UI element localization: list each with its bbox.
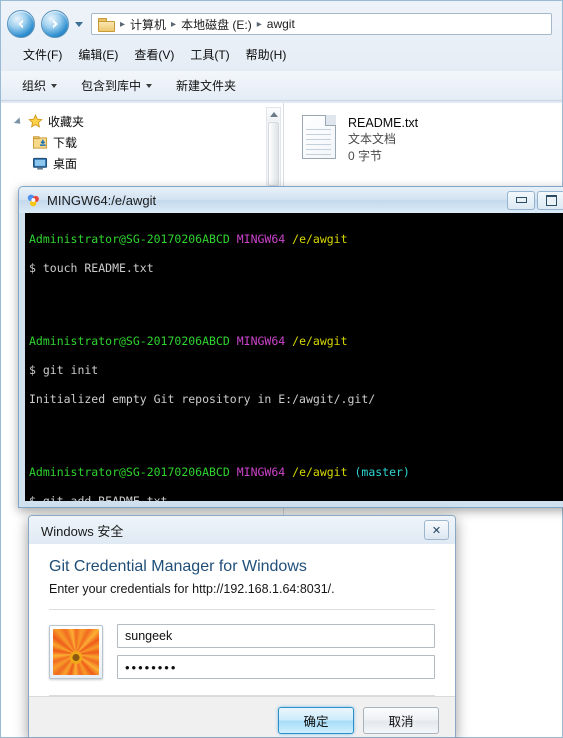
organize-button[interactable]: 组织 [15,74,64,97]
terminal-prompt-line: Administrator@SG-20170206ABCD MINGW64 /e… [29,334,559,349]
credential-fields [117,624,435,679]
terminal-title-bar[interactable]: MINGW64:/e/awgit [19,187,563,213]
breadcrumb-separator: ▸ [171,18,177,30]
terminal-title: MINGW64:/e/awgit [47,192,157,208]
menu-tools[interactable]: 工具(T) [182,44,237,65]
prompt-shell: MINGW64 [236,465,286,480]
prompt-path: /e/awgit [292,333,348,348]
dialog-footer: 确定 取消 [29,696,455,737]
chevron-down-icon [51,83,58,88]
recent-pages-dropdown[interactable] [71,14,87,34]
dialog-heading: Git Credential Manager for Windows [49,558,307,575]
terminal-command-line: $ touch README.txt [29,260,154,275]
terminal-prompt-line: Administrator@SG-20170206ABCD MINGW64 /e… [29,232,559,247]
explorer-chrome: ▸ 计算机 ▸ 本地磁盘 (E:) ▸ awgit 文件(F) 编辑(E) 查看… [1,1,562,103]
prompt-user-host: Administrator@SG-20170206ABCD [29,465,230,480]
download-folder-icon [33,135,48,149]
include-in-library-button[interactable]: 包含到库中 [74,74,159,97]
sidebar-label: 收藏夹 [48,115,85,129]
new-folder-button[interactable]: 新建文件夹 [169,74,243,97]
file-type: 文本文档 [348,132,397,146]
folder-icon [98,17,115,32]
avatar [49,624,103,679]
include-in-library-label: 包含到库中 [81,79,142,93]
windows-security-dialog: Windows 安全 ✕ Git Credential Manager for … [28,515,456,738]
prompt-user-host: Administrator@SG-20170206ABCD [29,333,230,348]
file-name: README.txt [348,116,419,130]
terminal-output-line: Initialized empty Git repository in E:/a… [29,392,376,407]
divider [49,609,435,610]
navigation-pane-scrollbar[interactable] [266,107,281,191]
desktop-icon [33,157,48,170]
scrollbar-thumb[interactable] [268,122,279,186]
sidebar-label: 下载 [53,136,78,150]
terminal-command-line: $ git init [29,362,99,377]
forward-button[interactable] [41,10,69,38]
dialog-subheading: Enter your credentials for http://192.16… [49,582,335,596]
prompt-path: /e/awgit [292,231,348,246]
expander-icon[interactable] [13,116,23,127]
minimize-button[interactable] [507,190,535,210]
breadcrumb-item-drive[interactable]: 本地磁盘 (E:) [178,15,255,34]
maximize-button[interactable] [537,190,563,210]
file-size: 0 字节 [348,149,383,163]
breadcrumb-separator: ▸ [120,18,126,30]
command-bar: 组织 包含到库中 新建文件夹 [1,71,562,101]
scroll-up-arrow-icon[interactable] [267,108,280,121]
chevron-down-icon [146,83,153,88]
breadcrumb-separator: ▸ [256,18,262,30]
menu-view[interactable]: 查看(V) [126,44,182,65]
username-input[interactable] [117,624,435,648]
breadcrumb-item-computer[interactable]: 计算机 [127,15,169,34]
address-bar-row: ▸ 计算机 ▸ 本地磁盘 (E:) ▸ awgit [1,9,562,39]
sidebar-item-favorites[interactable]: 收藏夹 [11,111,283,132]
sidebar-item-downloads[interactable]: 下载 [11,132,283,153]
breadcrumb-item-awgit[interactable]: awgit [264,16,298,32]
password-input[interactable] [117,655,435,679]
credentials-row [49,624,435,679]
sidebar-label: 桌面 [53,157,78,171]
ok-button[interactable]: 确定 [278,707,354,734]
git-bash-icon [27,194,39,206]
dialog-body: Git Credential Manager for Windows Enter… [29,544,455,696]
file-metadata: README.txt 文本文档 0 字节 [348,115,418,165]
terminal-command-line: $ git add README.txt [29,494,559,501]
dialog-title-bar[interactable]: Windows 安全 ✕ [29,516,455,544]
terminal-screen[interactable]: Administrator@SG-20170206ABCD MINGW64 /e… [25,213,563,501]
menu-file[interactable]: 文件(F) [15,44,70,65]
back-button[interactable] [7,10,35,38]
mingw64-terminal-window: MINGW64:/e/awgit Administrator@SG-201702… [18,186,563,508]
menu-help[interactable]: 帮助(H) [238,44,295,65]
new-folder-label: 新建文件夹 [176,79,237,93]
list-item[interactable]: README.txt 文本文档 0 字节 [302,115,502,165]
sidebar-item-desktop[interactable]: 桌面 [11,153,283,174]
text-document-icon [302,115,336,159]
prompt-branch: (master) [354,465,410,480]
prompt-user-host: Administrator@SG-20170206ABCD [29,231,230,246]
dialog-title: Windows 安全 [41,523,124,539]
star-icon [28,114,43,128]
menu-bar: 文件(F) 编辑(E) 查看(V) 工具(T) 帮助(H) [1,43,562,65]
breadcrumb[interactable]: ▸ 计算机 ▸ 本地磁盘 (E:) ▸ awgit [91,13,552,35]
prompt-shell: MINGW64 [236,231,286,246]
menu-edit[interactable]: 编辑(E) [70,44,126,65]
cancel-button[interactable]: 取消 [363,707,439,734]
terminal-prompt-line: Administrator@SG-20170206ABCD MINGW64 /e… [29,465,559,480]
close-icon[interactable]: ✕ [424,520,449,540]
organize-label: 组织 [22,79,47,93]
prompt-path: /e/awgit [292,465,348,480]
prompt-shell: MINGW64 [236,333,286,348]
